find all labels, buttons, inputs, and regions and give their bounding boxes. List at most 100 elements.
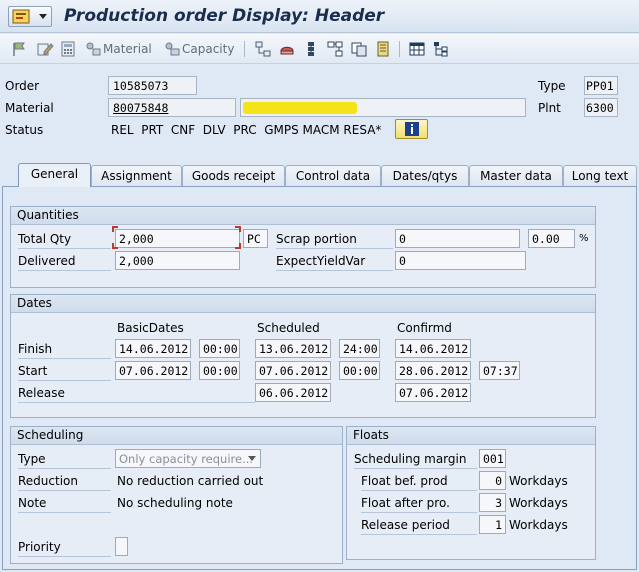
- scheduling-title: Scheduling: [11, 427, 342, 445]
- finish-basic-time-value: 00:00: [203, 342, 238, 356]
- tab-general[interactable]: General: [18, 163, 91, 187]
- tab-label: Assignment: [101, 169, 172, 183]
- start-label: Start: [18, 362, 111, 381]
- float-after-unit: Workdays: [509, 496, 568, 510]
- capacity-button[interactable]: Capacity: [164, 40, 234, 58]
- tab-control-data[interactable]: Control data: [285, 165, 381, 186]
- start-basic-time[interactable]: 00:00: [199, 361, 240, 380]
- unit-value: PC: [247, 232, 261, 246]
- tab-assignment[interactable]: Assignment: [91, 165, 182, 186]
- flag-icon[interactable]: [11, 40, 29, 58]
- type-field[interactable]: PP01: [584, 76, 618, 95]
- reduction-value: No reduction carried out: [117, 474, 264, 488]
- quantities-title: Quantities: [11, 207, 595, 225]
- table-icon[interactable]: [409, 40, 425, 58]
- unit-field[interactable]: PC: [243, 229, 268, 248]
- start-scheduled-date[interactable]: 07.06.2012: [255, 361, 331, 380]
- finish-scheduled-time-value: 24:00: [343, 342, 378, 356]
- total-qty-field[interactable]: 2,000: [115, 229, 240, 248]
- scheduling-type-dropdown[interactable]: Only capacity require...: [115, 449, 261, 468]
- edit-icon[interactable]: [36, 40, 54, 58]
- priority-field[interactable]: [115, 537, 128, 556]
- finish-basic-date[interactable]: 14.06.2012: [115, 339, 191, 358]
- float-after-field[interactable]: 3: [479, 493, 506, 512]
- capacity-button-label: Capacity: [182, 42, 235, 56]
- tab-label: Dates/qtys: [392, 169, 458, 183]
- release-scheduled-date[interactable]: 06.06.2012: [255, 383, 331, 402]
- float-before-value: 0: [495, 474, 502, 488]
- document-icon[interactable]: [375, 40, 391, 58]
- release-label: Release: [18, 384, 255, 403]
- network-icon[interactable]: [327, 40, 343, 58]
- hierarchy-icon[interactable]: [255, 40, 271, 58]
- toolbar-separator: [244, 41, 245, 57]
- page-title: Production order Display: Header: [64, 6, 385, 26]
- finish-label: Finish: [18, 340, 111, 359]
- yield-label: ExpectYieldVar: [276, 252, 393, 271]
- scheduling-margin-field[interactable]: 001: [479, 449, 506, 468]
- calculator-icon[interactable]: [60, 40, 76, 58]
- finish-basic-date-value: 14.06.2012: [119, 342, 189, 356]
- system-menu-button[interactable]: [8, 6, 52, 27]
- order-field[interactable]: 10585073: [108, 76, 197, 95]
- start-basic-date[interactable]: 07.06.2012: [115, 361, 191, 380]
- total-qty-value: 2,000: [119, 232, 154, 246]
- tab-dates-qtys[interactable]: Dates/qtys: [381, 165, 469, 186]
- type-label: Type: [538, 79, 566, 93]
- toolbar-separator: [399, 41, 400, 57]
- floats-group: Floats: [346, 426, 596, 560]
- tab-master-data[interactable]: Master data: [469, 165, 563, 186]
- material-value: 80075848: [113, 101, 169, 115]
- delivered-field[interactable]: 2,000: [115, 251, 240, 270]
- material-description-field[interactable]: [240, 98, 526, 117]
- structure-icon[interactable]: [433, 40, 449, 58]
- type-value: PP01: [586, 79, 614, 93]
- start-basic-time-value: 00:00: [203, 364, 238, 378]
- required-marker: [235, 226, 241, 232]
- material-button[interactable]: Material: [85, 40, 152, 58]
- total-qty-label: Total Qty: [18, 230, 111, 249]
- confirmed-header: Confirmd: [397, 321, 452, 335]
- plant-field[interactable]: 6300: [584, 98, 618, 117]
- info-icon: [405, 122, 419, 136]
- status-info-button[interactable]: [395, 119, 428, 139]
- release-confirmed-date-value: 07.06.2012: [399, 386, 469, 400]
- material-field[interactable]: 80075848: [108, 98, 236, 117]
- tab-goods-receipt[interactable]: Goods receipt: [182, 165, 285, 186]
- float-before-field[interactable]: 0: [479, 471, 506, 490]
- tab-long-text[interactable]: Long text: [563, 165, 637, 186]
- start-confirmed-time[interactable]: 07:37: [479, 361, 520, 380]
- start-scheduled-time[interactable]: 00:00: [339, 361, 380, 380]
- finish-basic-time[interactable]: 00:00: [199, 339, 240, 358]
- scrap-field[interactable]: 0: [395, 229, 520, 248]
- finish-scheduled-time[interactable]: 24:00: [339, 339, 380, 358]
- order-value: 10585073: [113, 79, 169, 93]
- start-confirmed-date-value: 28.06.2012: [399, 364, 469, 378]
- chevron-down-icon: [248, 456, 256, 461]
- float-before-label: Float bef. prod: [361, 472, 477, 491]
- tab-label: Long text: [571, 169, 629, 183]
- material-icon: [86, 42, 101, 56]
- title-bar: Production order Display: Header: [0, 0, 639, 33]
- finish-scheduled-date-value: 13.06.2012: [259, 342, 329, 356]
- release-period-unit: Workdays: [509, 518, 568, 532]
- application-toolbar: Material Capacity: [0, 34, 639, 64]
- chevron-down-icon: [39, 14, 47, 19]
- release-confirmed-date[interactable]: 07.06.2012: [395, 383, 471, 402]
- delivered-label: Delivered: [18, 252, 111, 271]
- scrap-percent-field[interactable]: 0.00: [528, 229, 575, 248]
- required-marker: [112, 243, 118, 249]
- release-period-value: 1: [495, 518, 502, 532]
- copy-icon[interactable]: [351, 40, 367, 58]
- tab-label: Goods receipt: [191, 169, 276, 183]
- finish-scheduled-date[interactable]: 13.06.2012: [255, 339, 331, 358]
- cap-icon[interactable]: [279, 40, 295, 58]
- components-icon[interactable]: [303, 40, 319, 58]
- finish-confirmed-date[interactable]: 14.06.2012: [395, 339, 471, 358]
- sap-menu-icon: [12, 9, 30, 24]
- floats-title: Floats: [347, 427, 595, 445]
- release-period-field[interactable]: 1: [479, 515, 506, 534]
- yield-value: 0: [399, 254, 406, 268]
- start-confirmed-date[interactable]: 28.06.2012: [395, 361, 471, 380]
- yield-field[interactable]: 0: [395, 251, 526, 270]
